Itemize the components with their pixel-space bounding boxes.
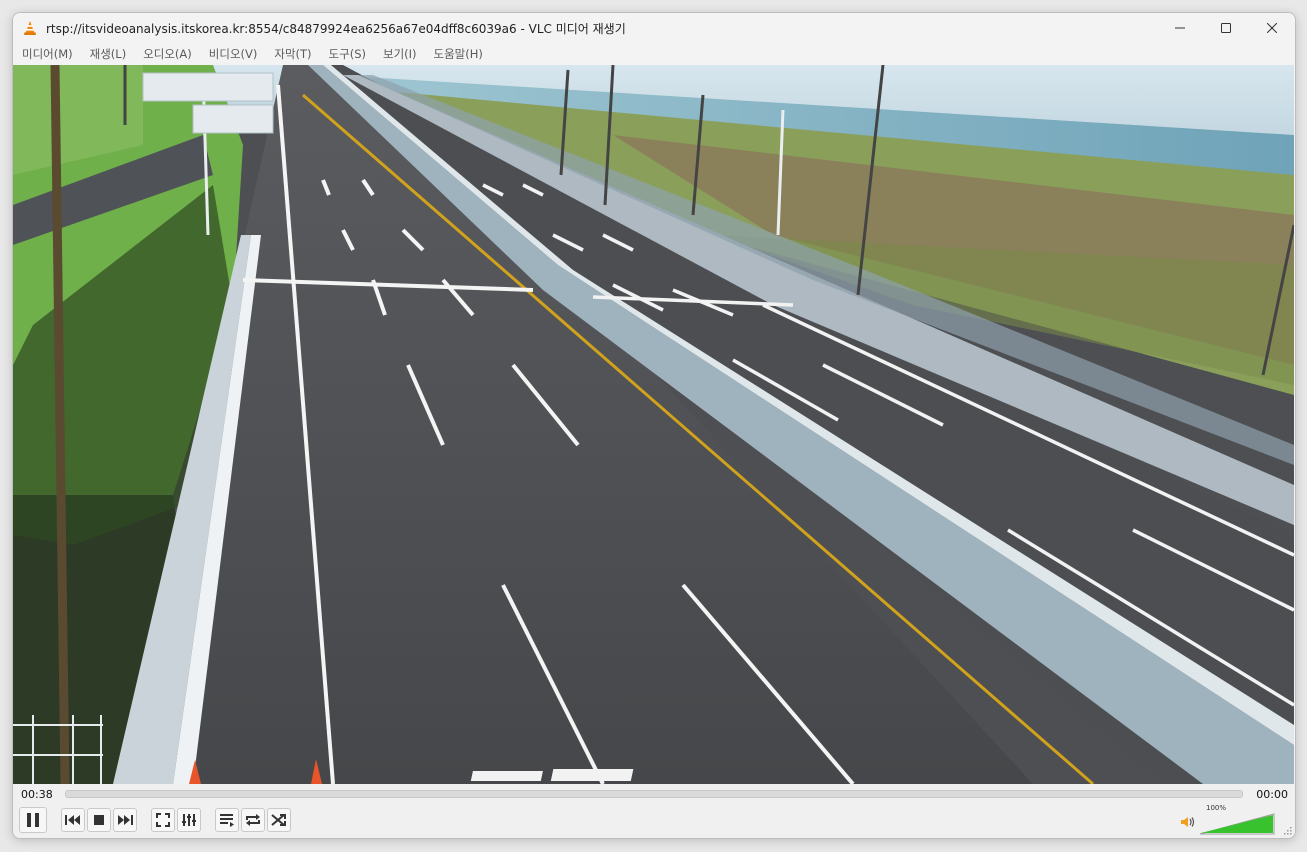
vlc-window: rtsp://itsvideoanalysis.itskorea.kr:8554… [12,12,1296,839]
resize-grip-icon[interactable] [1282,825,1292,835]
menu-subtitle[interactable]: 자막(T) [265,46,319,62]
elapsed-time: 00:38 [21,787,53,801]
seek-slider[interactable] [65,790,1243,798]
menu-playback[interactable]: 재생(L) [81,46,135,62]
video-display[interactable] [13,65,1294,784]
volume-percent: 100% [1206,804,1227,812]
fullscreen-button[interactable] [151,808,175,832]
fullscreen-icon [156,813,170,827]
previous-icon [65,815,80,825]
seek-row: 00:38 00:00 [13,784,1295,804]
maximize-icon [1221,23,1231,33]
pause-button[interactable] [19,807,47,833]
menu-bar: 미디어(M) 재생(L) 오디오(A) 비디오(V) 자막(T) 도구(S) 보… [13,43,1295,64]
shuffle-button[interactable] [267,808,291,832]
extended-settings-icon [182,814,196,826]
title-bar[interactable]: rtsp://itsvideoanalysis.itskorea.kr:8554… [13,13,1295,43]
maximize-button[interactable] [1203,13,1249,43]
control-bar: 100% [13,804,1295,838]
minimize-button[interactable] [1157,13,1203,43]
minimize-icon [1175,27,1185,29]
previous-button[interactable] [61,808,85,832]
loop-icon [246,814,260,826]
total-time[interactable]: 00:00 [1256,788,1288,801]
next-button[interactable] [113,808,137,832]
menu-tools[interactable]: 도구(S) [320,46,374,62]
vlc-cone-icon [24,21,36,35]
speaker-icon[interactable] [1180,816,1196,828]
playlist-icon [220,814,234,827]
close-button[interactable] [1249,13,1295,43]
stop-icon [94,815,104,825]
menu-media[interactable]: 미디어(M) [13,46,81,62]
next-icon [118,815,133,825]
video-frame [13,65,1294,784]
pause-icon [27,813,39,827]
stop-button[interactable] [87,808,111,832]
close-icon [1267,23,1277,33]
playlist-button[interactable] [215,808,239,832]
menu-help[interactable]: 도움말(H) [425,46,491,62]
menu-video[interactable]: 비디오(V) [200,46,266,62]
shuffle-icon [271,814,286,826]
menu-view[interactable]: 보기(I) [374,46,425,62]
window-title: rtsp://itsvideoanalysis.itskorea.kr:8554… [46,21,626,36]
menu-audio[interactable]: 오디오(A) [134,46,200,62]
loop-button[interactable] [241,808,265,832]
extended-settings-button[interactable] [177,808,201,832]
volume-slider[interactable] [1199,813,1275,835]
